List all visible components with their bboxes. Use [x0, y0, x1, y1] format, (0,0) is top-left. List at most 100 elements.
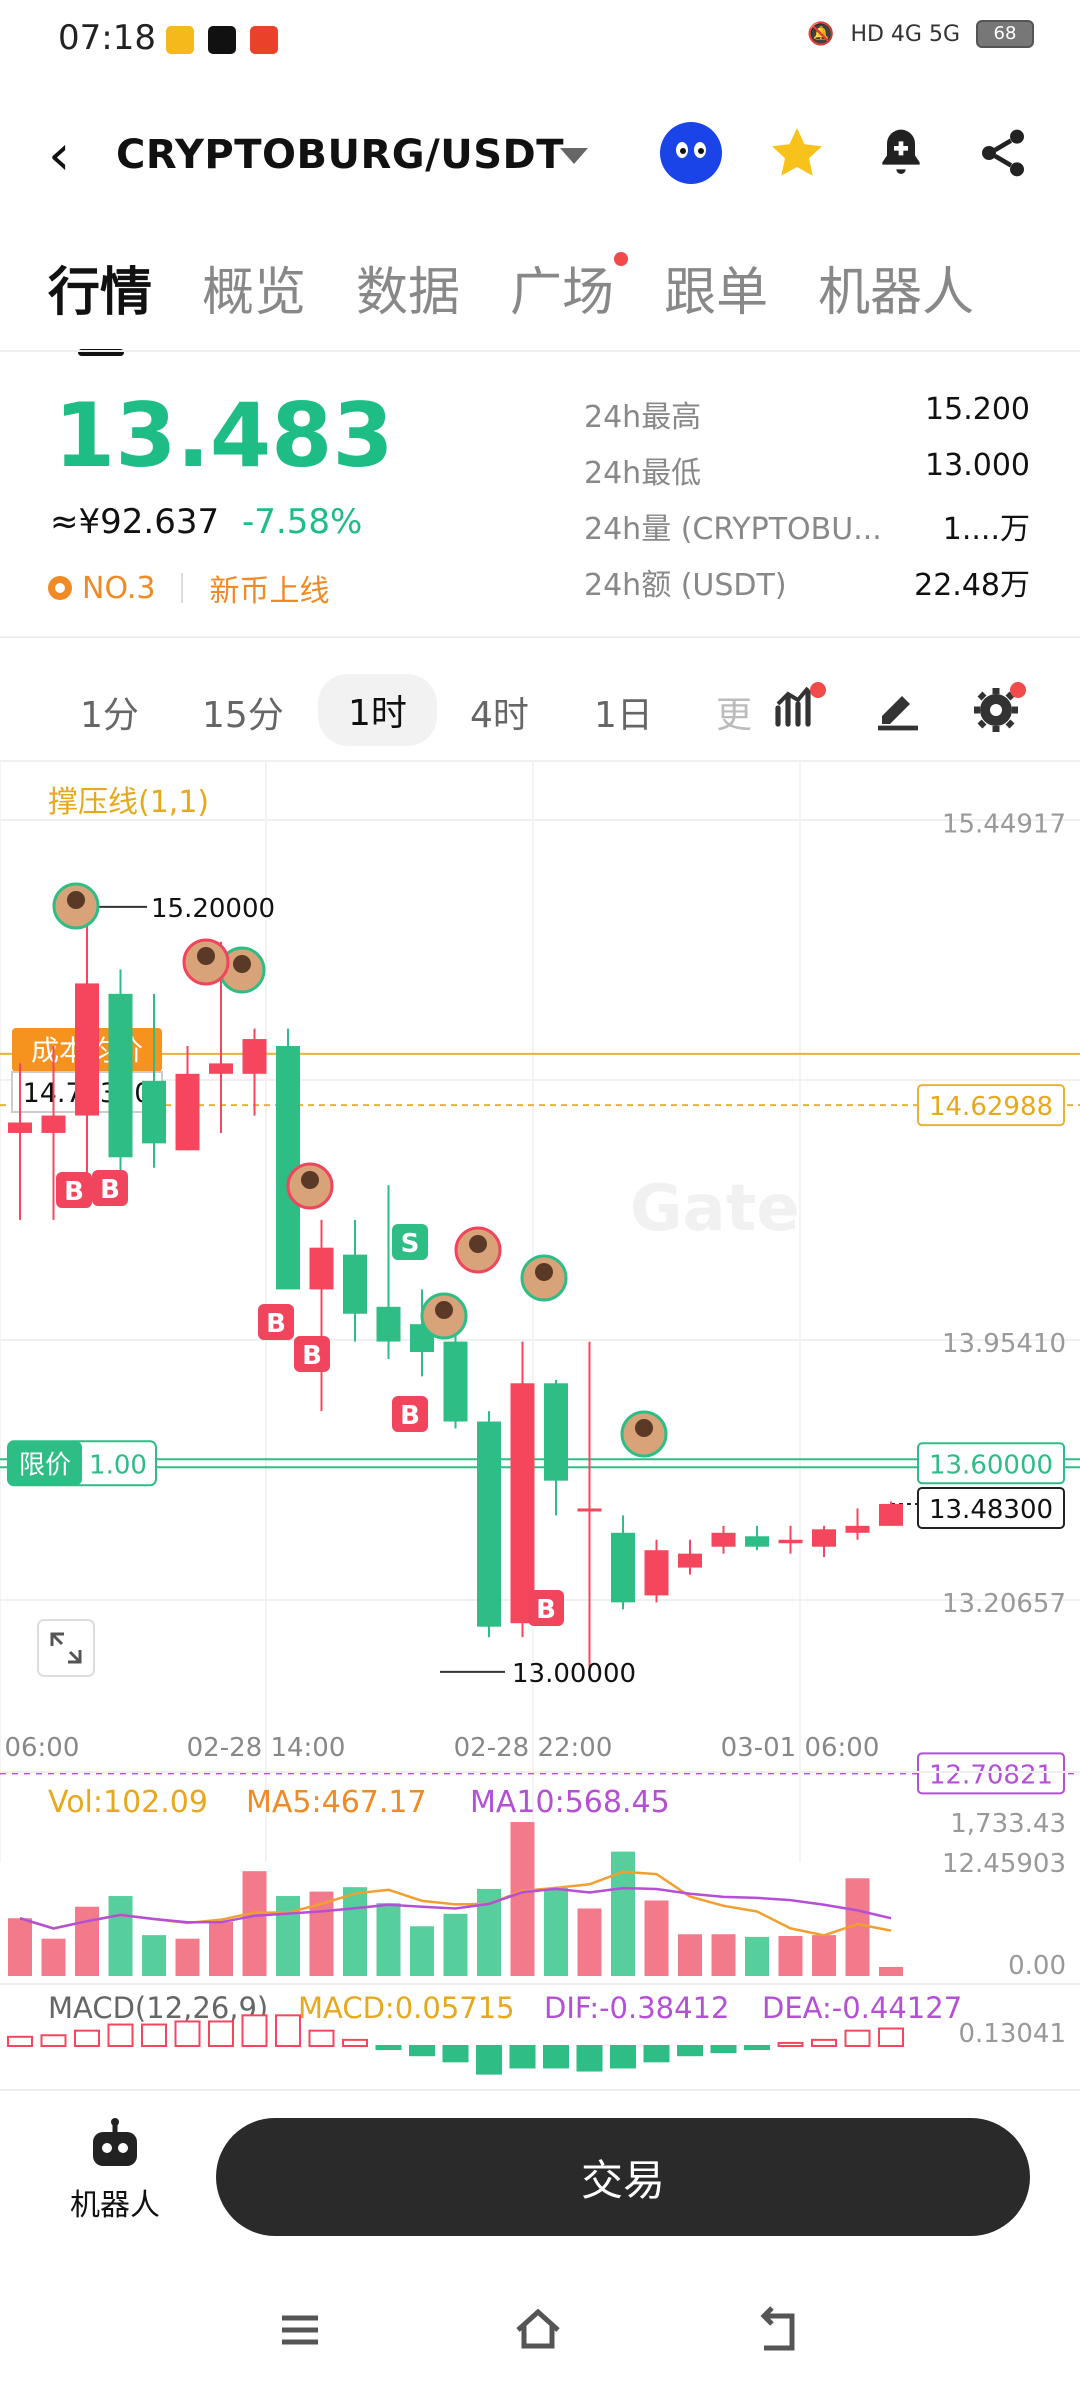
interval-bar: 1分 15分 1时 4时 1日 更 [0, 672, 1080, 758]
tab-bots[interactable]: 机器人 [818, 250, 974, 330]
indicators-icon[interactable] [770, 680, 826, 736]
favorite-star-icon[interactable] [764, 120, 830, 186]
pair-dropdown-icon[interactable] [560, 148, 588, 164]
mail-notification-icon [166, 26, 194, 54]
interval-1m[interactable]: 1分 [80, 686, 139, 738]
candle [309, 1247, 334, 1290]
volume-bar [611, 1851, 635, 1976]
x-tick-label: 02-28 22:00 [454, 1733, 613, 1763]
candle [175, 1073, 200, 1151]
tab-square[interactable]: 广场 [510, 250, 629, 330]
share-icon[interactable] [970, 120, 1036, 186]
interval-1d[interactable]: 1日 [594, 686, 653, 738]
candle [343, 1254, 367, 1314]
avatar-hair [635, 1419, 653, 1437]
volume-bar [510, 1822, 535, 1976]
volume-bar [678, 1934, 702, 1976]
stat-volume: 24h量 (CRYPTOBU... 1....万 [584, 512, 1030, 547]
y-tick-label: 12.45903 [942, 1849, 1066, 1879]
mute-icon: 🔕 [807, 21, 835, 47]
status-indicators: 🔕 HD 4G 5G 68 [807, 20, 1034, 48]
interval-4h[interactable]: 4时 [470, 686, 529, 738]
macd-bar [543, 2045, 569, 2069]
macd-bar [643, 2045, 670, 2063]
bots-label: 机器人 [70, 2188, 160, 2223]
volume-bar [812, 1935, 836, 1976]
home-icon[interactable] [508, 2300, 568, 2360]
interval-15m[interactable]: 15分 [202, 686, 284, 738]
rank-label: NO.3 [82, 570, 156, 606]
marker-label: B [400, 1401, 420, 1431]
macd-bar [677, 2045, 703, 2057]
cny-price: ≈¥92.637 [50, 502, 220, 542]
y-tick-label: 13.95410 [942, 1329, 1066, 1359]
chart-settings-gear-icon[interactable] [970, 680, 1026, 736]
candle [443, 1341, 468, 1422]
candles: 15.20000 13.00000 [8, 894, 903, 1689]
ma10-label: MA10:568.45 [470, 1785, 670, 1820]
limit-tag-label: 限价 [19, 1450, 71, 1480]
x-tick-label: 02-28 14:00 [187, 1733, 346, 1763]
robot-icon [93, 2118, 137, 2166]
marker-label: B [64, 1177, 84, 1207]
indicator-label: 撑压线(1,1) [48, 785, 209, 820]
x-tick-label: 03-01 06:00 [721, 1733, 880, 1763]
macd-bar [241, 2014, 268, 2048]
marker-label: B [536, 1595, 556, 1625]
candle [209, 1063, 233, 1074]
macd-bar [342, 2038, 368, 2047]
y-tick-label: 13.20657 [942, 1589, 1066, 1619]
draw-pen-icon[interactable] [870, 680, 926, 736]
avatar-hair [535, 1263, 553, 1281]
divider [0, 636, 1080, 638]
rank-divider [181, 573, 184, 603]
tab-market[interactable]: 行情 [48, 250, 152, 356]
volume-bar [142, 1935, 166, 1976]
rank-row[interactable]: NO.3 新币上线 [48, 566, 329, 610]
back-icon[interactable]: ‹ [48, 128, 70, 184]
chart-grid [0, 762, 1080, 1862]
app-notification-icon [250, 26, 278, 54]
ma5-label: MA5:467.17 [246, 1785, 427, 1820]
tab-overview[interactable]: 概览 [202, 250, 306, 330]
candle [644, 1550, 669, 1596]
volume-bar [8, 1918, 32, 1976]
interval-1h[interactable]: 1时 [318, 674, 437, 746]
network-indicator: HD 4G 5G [850, 21, 960, 47]
dea-value: DEA:-0.44127 [762, 1991, 962, 2025]
tab-data[interactable]: 数据 [356, 250, 460, 330]
candle [8, 1122, 32, 1133]
limit-qty: 1.00 [89, 1450, 147, 1480]
clock: 07:18 [58, 18, 156, 58]
mascot-icon[interactable] [658, 120, 724, 186]
vol-max-tick: 1,733.43 [950, 1809, 1066, 1839]
marker-label: B [266, 1309, 286, 1339]
pair-title[interactable]: CRYPTOBURG/USDT [116, 132, 564, 178]
low-callout: 13.00000 [512, 1659, 636, 1689]
candle [745, 1536, 769, 1547]
bots-button[interactable]: 机器人 [50, 2118, 180, 2224]
volume-bar [242, 1871, 267, 1976]
volume-bar [410, 1926, 434, 1976]
kline-chart[interactable]: 撑压线(1,1) Gate 14.62988 13.60000 13.48300 12… [0, 762, 1080, 2092]
volume-bar [343, 1887, 367, 1976]
fullscreen-icon[interactable] [37, 1619, 95, 1677]
macd-bar [442, 2045, 469, 2063]
volume-bar [276, 1896, 300, 1976]
trade-button[interactable]: 交易 [216, 2118, 1030, 2236]
macd-tick: 0.13041 [958, 2019, 1066, 2049]
menu-icon[interactable] [270, 2300, 330, 2360]
rank-icon [48, 576, 72, 600]
divider [0, 350, 1080, 352]
stats-24h: 24h最高 15.200 24h最低 13.000 24h量 (CRYPTOBU..… [584, 392, 1030, 616]
notification-dot [614, 252, 629, 266]
add-alert-bell-icon[interactable] [868, 120, 934, 186]
tab-copy-trading[interactable]: 跟单 [664, 250, 768, 330]
volume-bar [644, 1900, 669, 1976]
volume-bar [108, 1896, 133, 1976]
back-nav-icon[interactable] [748, 2300, 808, 2360]
interval-more[interactable]: 更 [716, 686, 752, 738]
stat-high: 24h最高 15.200 [584, 392, 1030, 435]
macd-bar [777, 2041, 804, 2047]
volume-bar [778, 1936, 803, 1976]
